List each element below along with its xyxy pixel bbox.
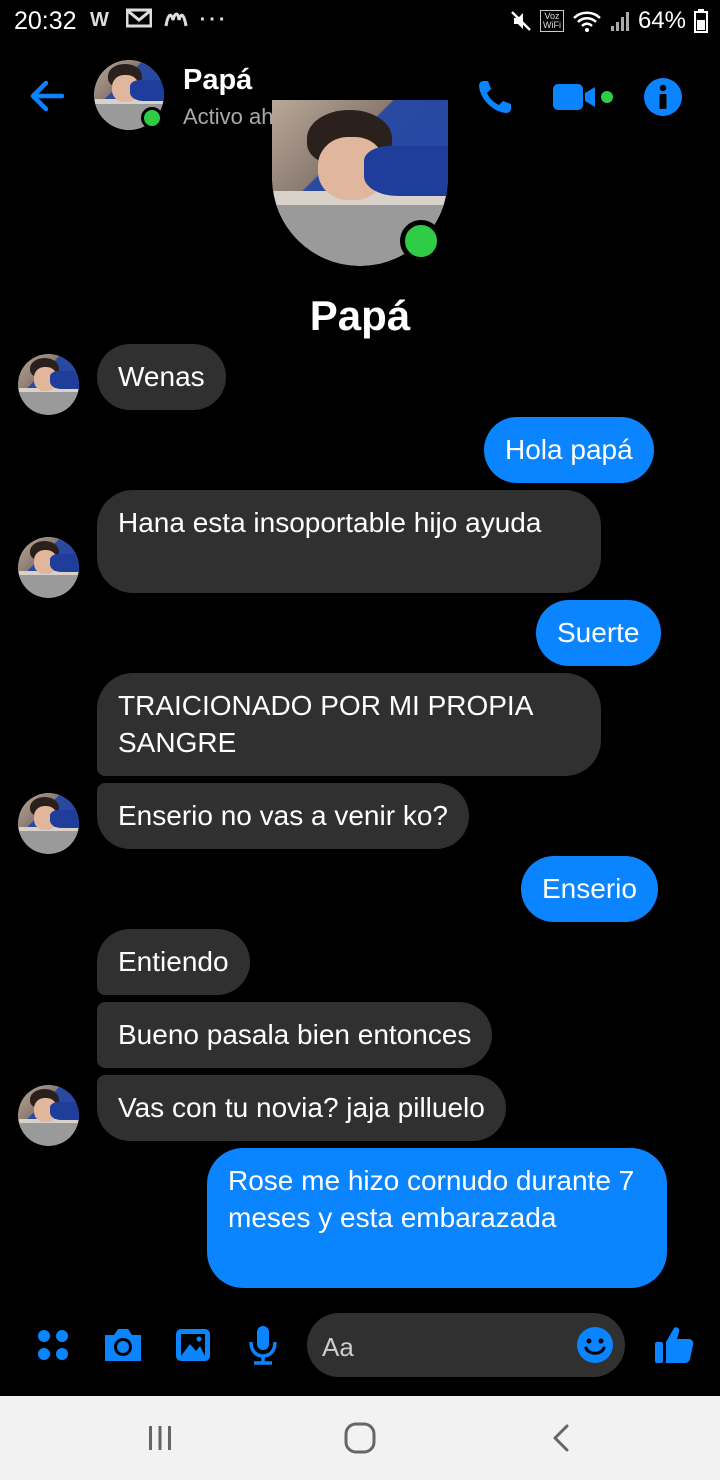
message-avatar[interactable]: [18, 1085, 79, 1146]
notification-icons: W ···: [90, 8, 229, 32]
gallery-button[interactable]: [168, 1320, 218, 1370]
status-bar: 20:32 W ··· Voz WiFi 64%: [0, 0, 720, 44]
video-call-button[interactable]: [550, 74, 616, 120]
message-bubble-incoming[interactable]: Wenas: [97, 344, 226, 410]
system-back-button[interactable]: [542, 1418, 582, 1458]
message-avatar[interactable]: [18, 354, 79, 415]
menu-grid-icon: [38, 1330, 68, 1360]
mute-icon: [511, 11, 531, 31]
gmail-icon: [125, 8, 153, 28]
message-bubble-incoming[interactable]: Entiendo: [97, 929, 250, 995]
message-bubble-outgoing[interactable]: Rose me hizo cornudo durante 7 meses y e…: [207, 1148, 667, 1288]
message-avatar[interactable]: [18, 793, 79, 854]
voice-call-button[interactable]: [470, 74, 520, 120]
emoji-button[interactable]: [575, 1325, 615, 1370]
home-button[interactable]: [340, 1418, 380, 1458]
more-actions-button[interactable]: [28, 1320, 78, 1370]
profile-name: Papá: [309, 292, 411, 339]
message-bubble-outgoing[interactable]: Enserio: [521, 856, 658, 922]
back-button[interactable]: [24, 72, 72, 120]
system-navigation-bar: [0, 1396, 720, 1480]
back-icon: [553, 1424, 569, 1452]
phone-icon: [479, 81, 511, 113]
emoji-icon: [577, 1327, 613, 1363]
message-bubble-incoming[interactable]: Vas con tu novia? jaja pilluelo: [97, 1075, 506, 1141]
thumbs-up-icon: [655, 1327, 694, 1363]
signal-icon: [610, 12, 629, 31]
gallery-icon: [176, 1329, 210, 1361]
back-arrow-icon: [30, 80, 65, 112]
message-bubble-incoming[interactable]: Bueno pasala bien entonces: [97, 1002, 493, 1068]
online-indicator: [141, 107, 163, 129]
message-bubble-incoming[interactable]: Hana esta insoportable hijo ayuda: [97, 490, 601, 593]
video-camera-icon: [553, 84, 613, 110]
movistar-icon: [164, 12, 188, 27]
info-button[interactable]: [640, 74, 686, 120]
voice-message-button[interactable]: [238, 1320, 288, 1370]
message-avatar[interactable]: [18, 537, 79, 598]
message-composer: Aa: [0, 1310, 720, 1384]
camera-button[interactable]: [98, 1320, 148, 1370]
recents-button[interactable]: [140, 1418, 180, 1458]
profile-online-indicator: [400, 220, 442, 262]
message-input-placeholder: Aa: [322, 1332, 354, 1362]
message-bubble-outgoing[interactable]: Suerte: [536, 600, 661, 666]
like-button[interactable]: [648, 1320, 700, 1370]
w-app-icon: W: [90, 9, 115, 31]
battery-percent: 64%: [637, 7, 686, 34]
microphone-icon: [249, 1326, 277, 1365]
message-bubble-outgoing[interactable]: Hola papá: [484, 417, 654, 483]
recents-icon: [149, 1426, 171, 1450]
home-icon: [344, 1422, 376, 1454]
camera-icon: [105, 1329, 141, 1361]
message-bubble-incoming[interactable]: Enserio no vas a venir ko?: [97, 783, 469, 849]
contact-name[interactable]: Papá: [183, 64, 252, 97]
battery-icon: [694, 9, 708, 33]
message-bubble-incoming[interactable]: TRAICIONADO POR MI PROPIA SANGRE: [97, 673, 601, 776]
message-input[interactable]: Aa: [307, 1313, 625, 1377]
info-icon: [644, 78, 682, 116]
wifi-icon: [573, 11, 601, 32]
status-time: 20:32: [14, 7, 77, 35]
volte-icon: Voz WiFi: [539, 10, 564, 32]
more-notifications-icon: ···: [199, 9, 229, 31]
